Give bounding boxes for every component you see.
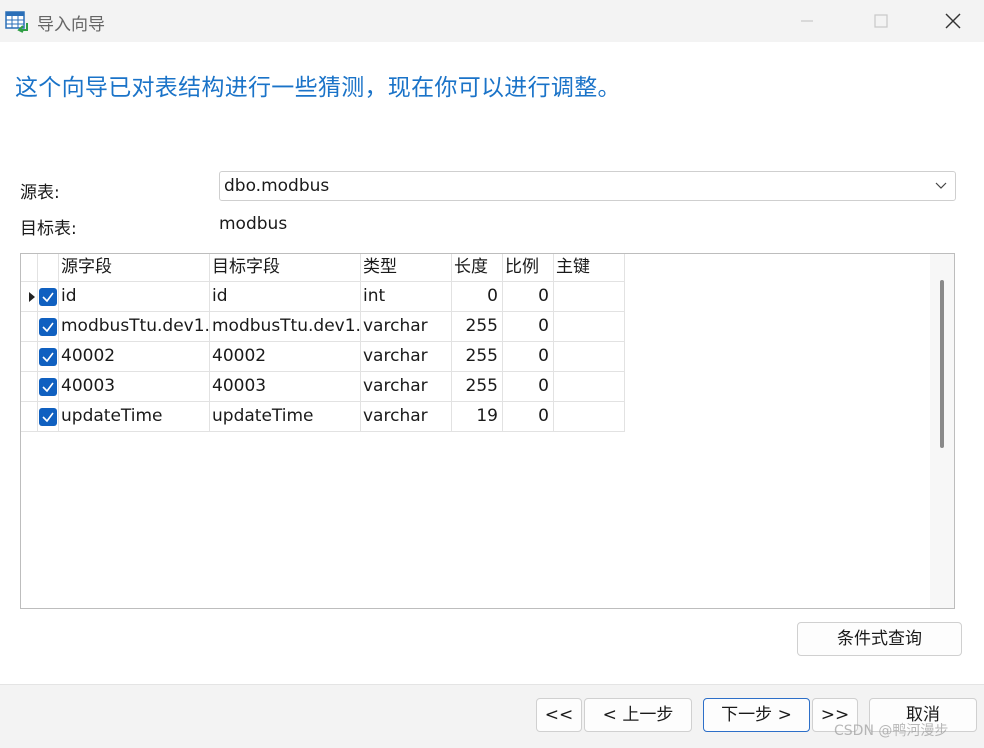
- cell-primary-key[interactable]: [554, 372, 625, 402]
- row-checkbox-cell: [38, 282, 59, 312]
- back-button[interactable]: < 上一步: [584, 698, 692, 732]
- cell-source-field[interactable]: id: [59, 282, 210, 312]
- cell-target-field[interactable]: 40002: [210, 342, 361, 372]
- chevron-down-icon: [935, 182, 947, 189]
- row-indicator: [21, 402, 38, 432]
- row-checkbox-cell: [38, 402, 59, 432]
- cell-type[interactable]: int: [361, 282, 452, 312]
- row-checkbox-cell: [38, 312, 59, 342]
- cell-source-field[interactable]: 40003: [59, 372, 210, 402]
- field-mapping-grid[interactable]: 源字段 目标字段 类型 长度 比例 主键 id id int 0 0 modbu…: [20, 253, 955, 609]
- first-page-button[interactable]: <<: [536, 698, 582, 732]
- cell-type[interactable]: varchar: [361, 402, 452, 432]
- grid-vertical-scrollbar[interactable]: [930, 254, 954, 608]
- close-icon: [945, 13, 961, 29]
- cell-primary-key[interactable]: [554, 282, 625, 312]
- current-row-arrow-icon: [29, 292, 35, 302]
- cell-length[interactable]: 0: [452, 282, 503, 312]
- row-checkbox[interactable]: [39, 288, 57, 306]
- target-table-label: 目标表:: [20, 219, 77, 239]
- cell-type[interactable]: varchar: [361, 312, 452, 342]
- wizard-content: 这个向导已对表结构进行一些猜测，现在你可以进行调整。 源表: dbo.modbu…: [0, 42, 984, 684]
- row-checkbox-cell: [38, 342, 59, 372]
- wizard-headline: 这个向导已对表结构进行一些猜测，现在你可以进行调整。: [15, 75, 621, 101]
- maximize-button[interactable]: [858, 0, 904, 42]
- checkmark-icon: [42, 292, 54, 303]
- cell-primary-key[interactable]: [554, 402, 625, 432]
- minimize-button[interactable]: [784, 0, 830, 42]
- row-checkbox[interactable]: [39, 348, 57, 366]
- column-header-primary-key[interactable]: 主键: [554, 254, 625, 282]
- scrollbar-thumb[interactable]: [940, 280, 944, 448]
- column-header-scale[interactable]: 比例: [503, 254, 554, 282]
- source-table-label: 源表:: [20, 183, 60, 203]
- cell-source-field[interactable]: updateTime: [59, 402, 210, 432]
- row-checkbox[interactable]: [39, 318, 57, 336]
- column-header-source-field[interactable]: 源字段: [59, 254, 210, 282]
- column-header-length[interactable]: 长度: [452, 254, 503, 282]
- title-bar: 导入向导: [0, 0, 984, 42]
- cell-target-field[interactable]: id: [210, 282, 361, 312]
- checkmark-icon: [42, 322, 54, 333]
- cell-primary-key[interactable]: [554, 342, 625, 372]
- cell-length[interactable]: 255: [452, 342, 503, 372]
- cell-target-field[interactable]: updateTime: [210, 402, 361, 432]
- source-table-value: dbo.modbus: [224, 176, 330, 196]
- row-checkbox[interactable]: [39, 408, 57, 426]
- cell-source-field[interactable]: 40002: [59, 342, 210, 372]
- cell-length[interactable]: 19: [452, 402, 503, 432]
- checkmark-icon: [42, 352, 54, 363]
- checkmark-icon: [42, 382, 54, 393]
- cell-target-field[interactable]: modbusTtu.dev1.: [210, 312, 361, 342]
- target-table-value: modbus: [219, 214, 288, 234]
- minimize-icon: [801, 20, 813, 22]
- checkbox-header: [38, 254, 59, 282]
- source-table-select[interactable]: dbo.modbus: [219, 171, 956, 201]
- window-title: 导入向导: [37, 15, 105, 35]
- column-header-target-field[interactable]: 目标字段: [210, 254, 361, 282]
- cell-primary-key[interactable]: [554, 312, 625, 342]
- cell-scale[interactable]: 0: [503, 342, 554, 372]
- cell-type[interactable]: varchar: [361, 342, 452, 372]
- cell-target-field[interactable]: 40003: [210, 372, 361, 402]
- row-checkbox[interactable]: [39, 378, 57, 396]
- row-indicator: [21, 312, 38, 342]
- cell-scale[interactable]: 0: [503, 402, 554, 432]
- cell-scale[interactable]: 0: [503, 372, 554, 402]
- cell-length[interactable]: 255: [452, 312, 503, 342]
- cell-scale[interactable]: 0: [503, 282, 554, 312]
- cell-length[interactable]: 255: [452, 372, 503, 402]
- condition-query-button[interactable]: 条件式查询: [797, 622, 962, 656]
- cell-scale[interactable]: 0: [503, 312, 554, 342]
- row-indicator-header: [21, 254, 38, 282]
- column-header-type[interactable]: 类型: [361, 254, 452, 282]
- maximize-icon: [874, 14, 888, 28]
- next-button[interactable]: 下一步 >: [703, 698, 810, 732]
- row-indicator: [21, 372, 38, 402]
- table-import-icon: [5, 9, 29, 33]
- watermark: CSDN @鸭河漫步: [834, 723, 949, 739]
- row-checkbox-cell: [38, 372, 59, 402]
- row-indicator: [21, 282, 38, 312]
- checkmark-icon: [42, 412, 54, 423]
- row-indicator: [21, 342, 38, 372]
- cell-source-field[interactable]: modbusTtu.dev1.: [59, 312, 210, 342]
- cell-type[interactable]: varchar: [361, 372, 452, 402]
- close-button[interactable]: [930, 0, 976, 42]
